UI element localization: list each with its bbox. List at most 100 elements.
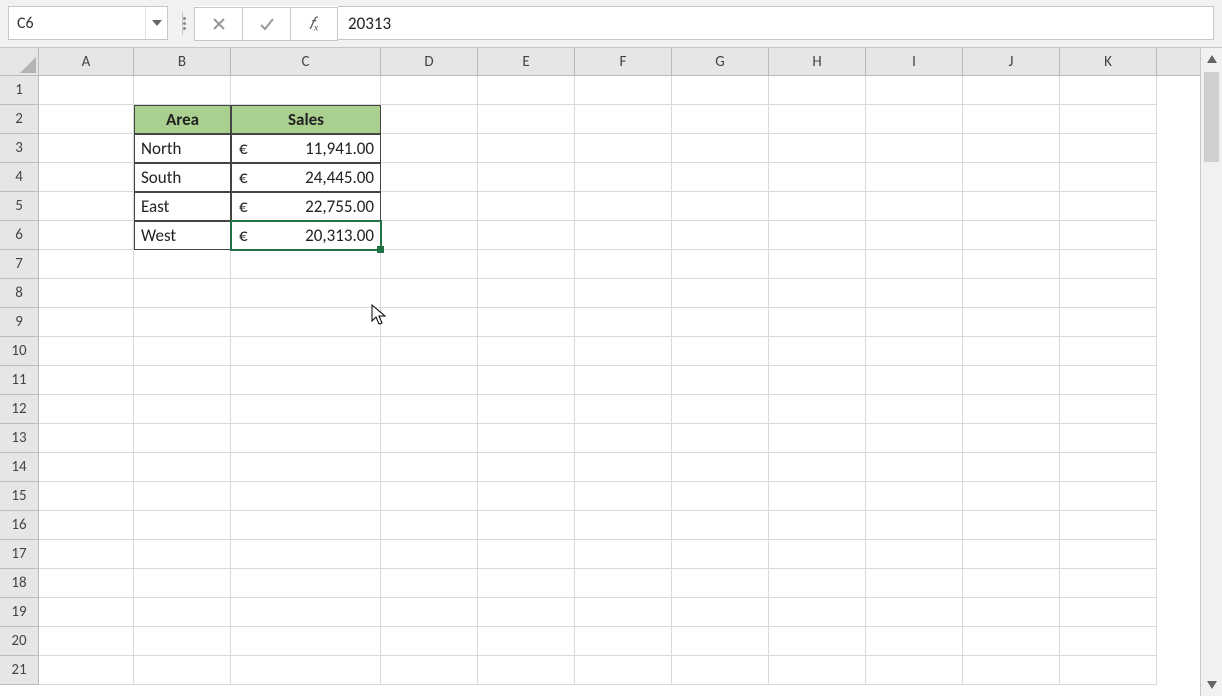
enter-button[interactable]: [242, 7, 290, 41]
formula-input[interactable]: 20313: [338, 6, 1214, 40]
cell-I11[interactable]: [866, 366, 963, 395]
name-box-dropdown-icon[interactable]: [145, 7, 167, 39]
cell-B14[interactable]: [134, 453, 231, 482]
cell-K4[interactable]: [1060, 163, 1157, 192]
cell-B4[interactable]: South: [134, 163, 231, 192]
column-header-J[interactable]: J: [963, 48, 1060, 75]
cell-E4[interactable]: [478, 163, 575, 192]
cell-I10[interactable]: [866, 337, 963, 366]
cell-F19[interactable]: [575, 598, 672, 627]
cell-G14[interactable]: [672, 453, 769, 482]
column-header-A[interactable]: A: [39, 48, 134, 75]
cell-E15[interactable]: [478, 482, 575, 511]
row-header-14[interactable]: 14: [0, 453, 38, 482]
cell-A17[interactable]: [39, 540, 134, 569]
cell-F21[interactable]: [575, 656, 672, 685]
cell-B5[interactable]: East: [134, 192, 231, 221]
cell-I16[interactable]: [866, 511, 963, 540]
cell-D8[interactable]: [381, 279, 478, 308]
cell-I5[interactable]: [866, 192, 963, 221]
cell-A7[interactable]: [39, 250, 134, 279]
cell-K18[interactable]: [1060, 569, 1157, 598]
cell-D17[interactable]: [381, 540, 478, 569]
cell-I1[interactable]: [866, 76, 963, 105]
cell-D15[interactable]: [381, 482, 478, 511]
row-header-16[interactable]: 16: [0, 511, 38, 540]
cell-G18[interactable]: [672, 569, 769, 598]
select-all-triangle[interactable]: [0, 48, 39, 76]
cell-A18[interactable]: [39, 569, 134, 598]
cell-F11[interactable]: [575, 366, 672, 395]
cell-C17[interactable]: [231, 540, 381, 569]
cell-C3[interactable]: €11,941.00: [231, 134, 381, 163]
cell-B6[interactable]: West: [134, 221, 231, 250]
cell-K5[interactable]: [1060, 192, 1157, 221]
cell-F13[interactable]: [575, 424, 672, 453]
row-header-7[interactable]: 7: [0, 250, 38, 279]
cell-F5[interactable]: [575, 192, 672, 221]
cell-J7[interactable]: [963, 250, 1060, 279]
cell-C15[interactable]: [231, 482, 381, 511]
cell-F14[interactable]: [575, 453, 672, 482]
cell-K12[interactable]: [1060, 395, 1157, 424]
cell-D14[interactable]: [381, 453, 478, 482]
scroll-thumb[interactable]: [1204, 72, 1219, 162]
cell-C11[interactable]: [231, 366, 381, 395]
cell-K3[interactable]: [1060, 134, 1157, 163]
cell-E10[interactable]: [478, 337, 575, 366]
cell-G5[interactable]: [672, 192, 769, 221]
cell-E5[interactable]: [478, 192, 575, 221]
cell-H8[interactable]: [769, 279, 866, 308]
cell-A1[interactable]: [39, 76, 134, 105]
cell-C20[interactable]: [231, 627, 381, 656]
cell-C6[interactable]: €20,313.00: [231, 221, 381, 250]
cell-A19[interactable]: [39, 598, 134, 627]
cell-C19[interactable]: [231, 598, 381, 627]
cell-C12[interactable]: [231, 395, 381, 424]
cell-E7[interactable]: [478, 250, 575, 279]
cell-H1[interactable]: [769, 76, 866, 105]
cell-B9[interactable]: [134, 308, 231, 337]
grid-area[interactable]: ABCDEFGHIJK 1234567891011121314151617181…: [0, 48, 1200, 696]
cell-F9[interactable]: [575, 308, 672, 337]
cell-K6[interactable]: [1060, 221, 1157, 250]
cell-B8[interactable]: [134, 279, 231, 308]
cell-F18[interactable]: [575, 569, 672, 598]
cell-F8[interactable]: [575, 279, 672, 308]
row-header-5[interactable]: 5: [0, 192, 38, 221]
cell-J8[interactable]: [963, 279, 1060, 308]
cell-J18[interactable]: [963, 569, 1060, 598]
cell-C14[interactable]: [231, 453, 381, 482]
cell-J14[interactable]: [963, 453, 1060, 482]
cell-H18[interactable]: [769, 569, 866, 598]
cell-H21[interactable]: [769, 656, 866, 685]
cell-F17[interactable]: [575, 540, 672, 569]
insert-function-button[interactable]: 𝑓ₓ: [290, 7, 338, 41]
cell-K13[interactable]: [1060, 424, 1157, 453]
scroll-track[interactable]: [1201, 70, 1222, 674]
cell-H12[interactable]: [769, 395, 866, 424]
row-header-10[interactable]: 10: [0, 337, 38, 366]
vertical-scrollbar[interactable]: [1200, 48, 1222, 696]
cell-B2[interactable]: Area: [134, 105, 231, 134]
cell-B19[interactable]: [134, 598, 231, 627]
row-header-3[interactable]: 3: [0, 134, 38, 163]
cell-H13[interactable]: [769, 424, 866, 453]
cell-F3[interactable]: [575, 134, 672, 163]
cell-E2[interactable]: [478, 105, 575, 134]
cell-B20[interactable]: [134, 627, 231, 656]
cell-H19[interactable]: [769, 598, 866, 627]
cell-J10[interactable]: [963, 337, 1060, 366]
cell-B10[interactable]: [134, 337, 231, 366]
cell-D5[interactable]: [381, 192, 478, 221]
cell-I13[interactable]: [866, 424, 963, 453]
cell-A20[interactable]: [39, 627, 134, 656]
cell-G9[interactable]: [672, 308, 769, 337]
cell-E12[interactable]: [478, 395, 575, 424]
cell-G12[interactable]: [672, 395, 769, 424]
cell-B15[interactable]: [134, 482, 231, 511]
cell-E6[interactable]: [478, 221, 575, 250]
cell-A10[interactable]: [39, 337, 134, 366]
cell-D3[interactable]: [381, 134, 478, 163]
name-box[interactable]: C6: [8, 6, 168, 40]
